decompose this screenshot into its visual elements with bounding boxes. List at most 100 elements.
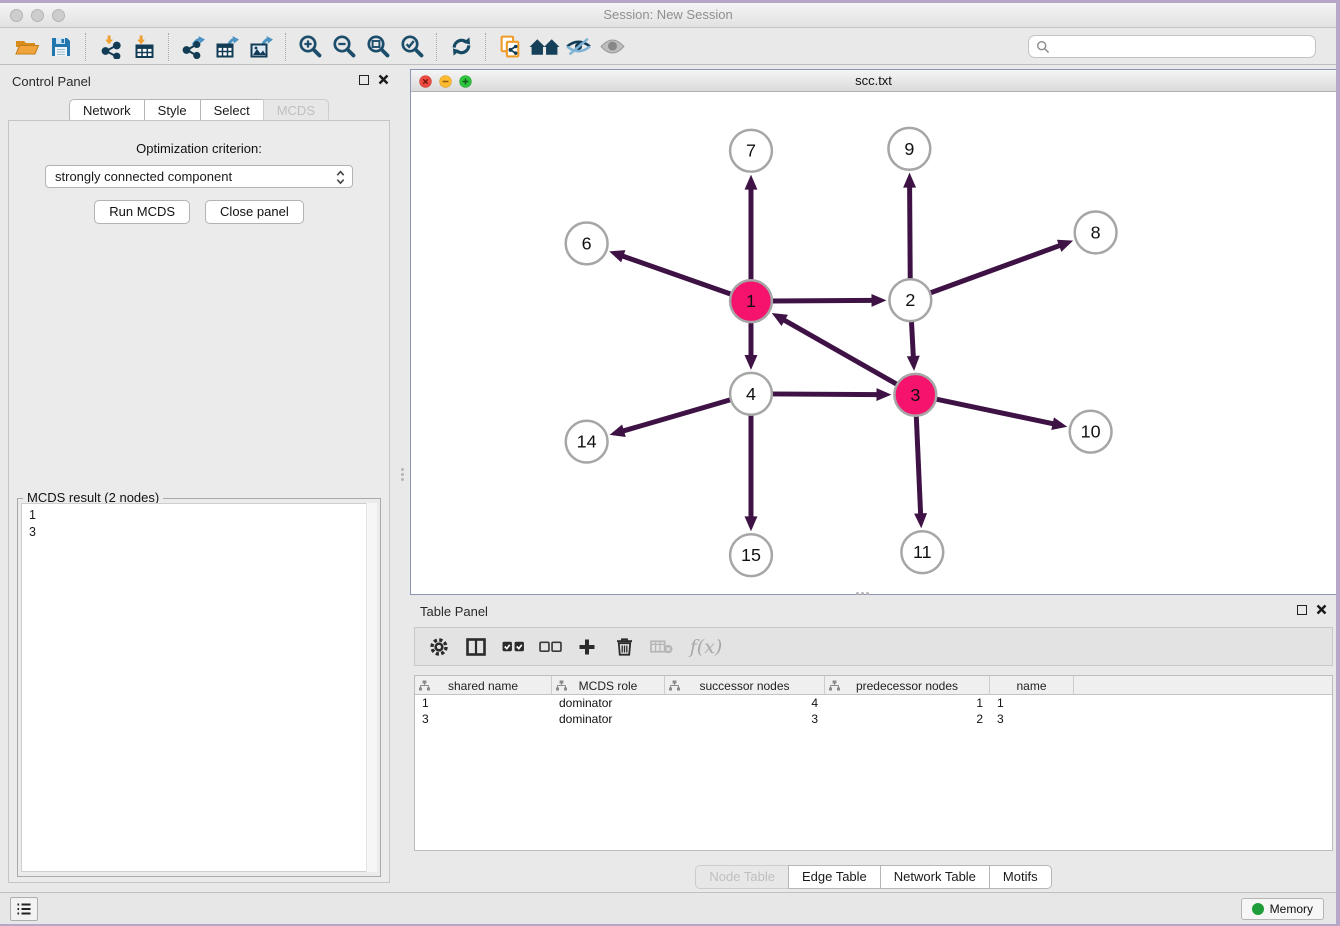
graph-node-label: 6 [582, 233, 592, 253]
plus-icon [578, 638, 596, 656]
apply-function-button[interactable]: f(x) [684, 633, 728, 661]
graph-edge-2-9[interactable] [910, 186, 911, 280]
save-session-button[interactable] [44, 31, 78, 63]
column-header-name[interactable]: name [990, 676, 1074, 695]
network-window-titlebar[interactable]: scc.txt [411, 70, 1336, 92]
table-row[interactable]: 3dominator323 [415, 711, 1332, 727]
table-options-button[interactable] [425, 633, 453, 661]
copy-network-button[interactable] [493, 31, 527, 63]
float-table-panel-button[interactable] [1297, 605, 1307, 615]
float-panel-button[interactable] [359, 75, 369, 85]
result-item[interactable]: 1 [29, 507, 376, 524]
chevron-up-down-icon [336, 170, 345, 185]
show-eye-icon [599, 37, 626, 56]
zoom-in-button[interactable] [293, 31, 327, 63]
run-mcds-button[interactable]: Run MCDS [94, 200, 190, 224]
graph-edge-4-14[interactable] [622, 400, 731, 432]
toolbar-separator [285, 33, 286, 61]
window-title: Session: New Session [0, 7, 1336, 22]
show-columns-button[interactable] [462, 633, 490, 661]
graph-arrowhead [745, 516, 758, 531]
add-column-button[interactable] [573, 633, 601, 661]
column-header-shared-name[interactable]: shared name [415, 676, 552, 695]
window-titlebar[interactable]: Session: New Session [0, 3, 1336, 28]
graph-arrowhead [871, 294, 886, 307]
graph-edge-4-3[interactable] [772, 394, 879, 395]
show-all-button[interactable] [595, 31, 629, 63]
result-scrollbar[interactable] [366, 503, 377, 872]
graph-arrowhead [1051, 417, 1067, 430]
vertical-splitter-handle[interactable] [399, 465, 405, 483]
result-item[interactable]: 3 [29, 524, 376, 541]
open-session-button[interactable] [10, 31, 44, 63]
toolbar-separator [436, 33, 437, 61]
table-cell[interactable]: 1 [990, 695, 1074, 711]
graph-edge-3-11[interactable] [916, 416, 920, 516]
data-type-icon [419, 680, 430, 694]
graph-edge-1-6[interactable] [621, 256, 731, 295]
export-table-button[interactable] [210, 31, 244, 63]
table-cell[interactable]: dominator [552, 711, 665, 727]
data-type-icon [829, 680, 840, 694]
horizontal-splitter-handle[interactable] [852, 590, 872, 596]
table-cell[interactable]: 4 [665, 695, 825, 711]
tab-node-table[interactable]: Node Table [695, 865, 789, 889]
table-cell[interactable]: 3 [990, 711, 1074, 727]
graph-edge-2-8[interactable] [930, 245, 1061, 293]
column-header-MCDS-role[interactable]: MCDS role [552, 676, 665, 695]
memory-label: Memory [1270, 902, 1313, 916]
tab-network-table[interactable]: Network Table [880, 865, 990, 889]
control-panel-header: Control Panel [5, 69, 393, 95]
first-neighbors-button[interactable] [527, 31, 561, 63]
zoom-selected-button[interactable] [395, 31, 429, 63]
table-header-row: shared nameMCDS rolesuccessor nodesprede… [415, 676, 1332, 695]
tab-motifs[interactable]: Motifs [989, 865, 1052, 889]
refresh-view-button[interactable] [444, 31, 478, 63]
import-table-button[interactable] [127, 31, 161, 63]
zoom-out-button[interactable] [327, 31, 361, 63]
toolbar-separator [85, 33, 86, 61]
zoom-selected-icon [399, 33, 426, 60]
table-cell[interactable]: 1 [415, 695, 552, 711]
table-cell[interactable]: 2 [825, 711, 990, 727]
close-table-panel-button[interactable] [1316, 604, 1327, 615]
zoom-fit-button[interactable] [361, 31, 395, 63]
data-type-icon [556, 680, 567, 694]
delete-table-icon [650, 639, 673, 654]
network-graph[interactable]: 7968124314101511 [411, 93, 1336, 595]
mcds-result-list[interactable]: 13 [21, 503, 377, 872]
graph-node-label: 7 [746, 141, 756, 161]
optimization-criterion-select[interactable]: strongly connected component [45, 165, 353, 188]
column-header-predecessor-nodes[interactable]: predecessor nodes [825, 676, 990, 695]
graph-edge-1-2[interactable] [772, 300, 874, 301]
graph-edge-3-10[interactable] [936, 399, 1055, 424]
column-header-successor-nodes[interactable]: successor nodes [665, 676, 825, 695]
table-cell[interactable]: 1 [825, 695, 990, 711]
delete-table-button[interactable] [647, 633, 675, 661]
export-network-button[interactable] [176, 31, 210, 63]
delete-column-button[interactable] [610, 633, 638, 661]
table-cell[interactable]: 3 [415, 711, 552, 727]
table-row[interactable]: 1dominator411 [415, 695, 1332, 711]
tab-edge-table[interactable]: Edge Table [788, 865, 881, 889]
table-cell[interactable]: dominator [552, 695, 665, 711]
deselect-all-checks-button[interactable] [536, 633, 564, 661]
table-cell[interactable]: 3 [665, 711, 825, 727]
control-panel: Control Panel Network Style Select MCDS … [5, 69, 393, 893]
memory-button[interactable]: Memory [1241, 898, 1324, 920]
graph-node-label: 10 [1081, 422, 1101, 442]
export-image-button[interactable] [244, 31, 278, 63]
main-toolbar [0, 29, 1336, 65]
import-network-button[interactable] [93, 31, 127, 63]
graph-node-label: 15 [741, 545, 761, 565]
hide-selection-button[interactable] [561, 31, 595, 63]
search-field[interactable] [1028, 35, 1316, 58]
search-input[interactable] [1055, 40, 1308, 54]
select-all-checks-button[interactable] [499, 633, 527, 661]
graph-edge-2-3[interactable] [911, 321, 913, 358]
graph-edge-3-1[interactable] [783, 319, 897, 384]
close-panel-button-mcds[interactable]: Close panel [205, 200, 304, 224]
close-panel-button[interactable] [378, 74, 389, 85]
show-panels-button[interactable] [10, 897, 38, 921]
graph-node-label: 8 [1091, 222, 1101, 242]
